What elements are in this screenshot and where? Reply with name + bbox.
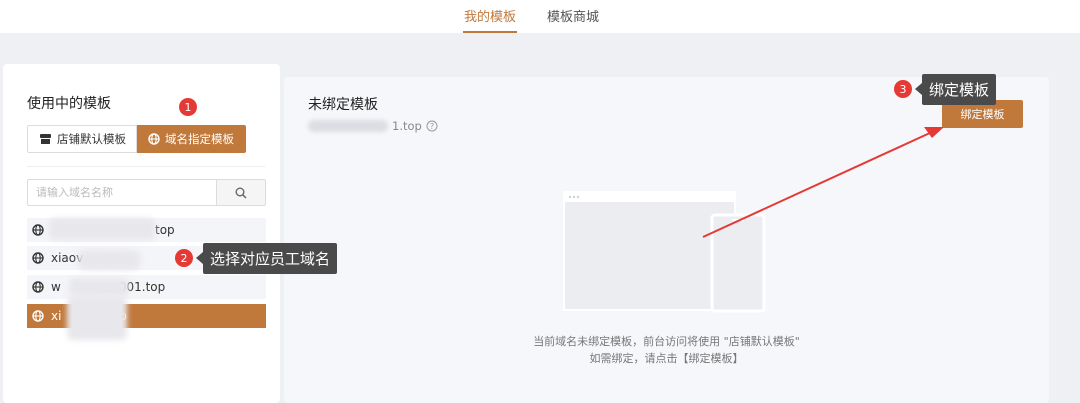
annotation-badge-1: 1	[179, 98, 197, 116]
annotation-callout-2: 选择对应员工域名	[195, 243, 338, 274]
annotation-badge-2: 2	[175, 249, 193, 267]
annotation-callout-3: 绑定模板	[914, 74, 997, 105]
annotation-badge-3: 3	[894, 80, 912, 98]
annotation-arrow	[702, 127, 944, 238]
